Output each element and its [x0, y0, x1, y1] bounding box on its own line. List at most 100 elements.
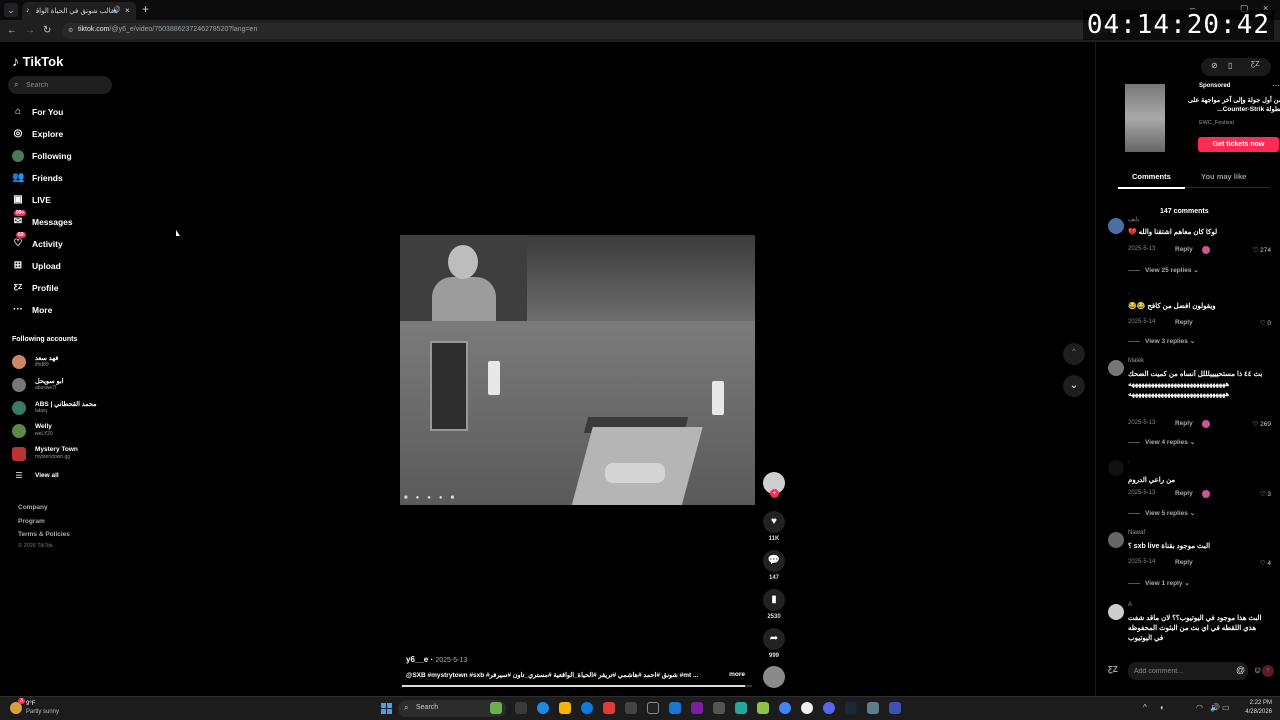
app-icon[interactable] — [669, 702, 681, 714]
tab-you-may-like[interactable]: You may like — [1201, 172, 1246, 181]
browser-icon[interactable] — [537, 702, 549, 714]
view-replies-link[interactable]: View 25 replies ⌄ — [1128, 266, 1199, 274]
speaker-icon[interactable]: 🔊 — [112, 6, 121, 14]
video-author[interactable]: y6__e · 2025-5-13 — [406, 655, 467, 664]
app-icon[interactable] — [889, 702, 901, 714]
taskbar-clock[interactable]: 2:22 PM 4/28/2026 — [1236, 699, 1272, 717]
nav-upload[interactable]: ⊞ Upload — [12, 258, 112, 274]
acrobat-icon[interactable] — [603, 702, 615, 714]
video-player[interactable]: ■●●●■ — [400, 235, 755, 505]
following-account[interactable]: Mystery Town mysterytown.gg — [12, 445, 112, 463]
comment-icon[interactable]: 💬 — [763, 550, 785, 572]
windows-start-icon[interactable] — [381, 703, 392, 714]
discord-icon[interactable] — [823, 702, 835, 714]
browser-tab[interactable]: ♪ مقالب شونق في الحياة الواقعية 🔊 × — [22, 2, 136, 20]
emoji-icon[interactable]: ☺ — [1253, 665, 1262, 675]
comment-like-count[interactable]: ♡ 269 — [1238, 420, 1272, 428]
more-options-icon[interactable]: ··· — [1272, 81, 1280, 90]
comment-like-count[interactable]: ♡ 274 — [1238, 246, 1272, 254]
reply-button[interactable]: Reply — [1175, 559, 1193, 566]
volume-icon[interactable]: 🔊 — [1210, 703, 1220, 712]
previous-video-button[interactable]: ⌃ — [1063, 343, 1085, 365]
new-tab-button[interactable]: + — [142, 2, 149, 16]
view-replies-link[interactable]: View 3 replies ⌄ — [1128, 337, 1195, 345]
following-account[interactable]: ABS | محمد القحطاني labsq — [12, 399, 112, 417]
app-icon[interactable] — [625, 702, 637, 714]
battery-icon[interactable]: ▭ — [1222, 703, 1230, 712]
footer-terms[interactable]: Terms & Policies — [18, 531, 70, 538]
nav-following[interactable]: Following — [12, 148, 112, 164]
task-view-icon[interactable] — [515, 702, 527, 714]
mention-icon[interactable]: @ — [1236, 665, 1245, 675]
following-account[interactable]: Welly weLY20 — [12, 422, 112, 440]
address-bar[interactable]: ⚙ tiktok.com/@y6_e/video/750388623724627… — [62, 23, 1108, 39]
video-controls[interactable]: ■●●●■ — [404, 495, 462, 501]
tiktok-logo[interactable]: ♪ TikTok — [12, 53, 63, 69]
app-icon[interactable] — [801, 702, 813, 714]
comment-input[interactable] — [1134, 665, 1212, 677]
comment-input-box[interactable]: @ ☺ — [1128, 662, 1262, 680]
share-icon[interactable]: ➦ — [763, 628, 785, 650]
device-icon[interactable]: ▯ — [1228, 61, 1232, 70]
forward-icon[interactable]: → — [25, 25, 35, 36]
avatar[interactable] — [1108, 360, 1124, 376]
comment-like-count[interactable]: ♡ 4 — [1238, 559, 1271, 567]
reply-button[interactable]: Reply — [1175, 246, 1193, 253]
profile-icon[interactable]: ƸZ — [1251, 61, 1260, 68]
video-progress-bar[interactable] — [402, 685, 752, 687]
terminal-icon[interactable] — [713, 702, 725, 714]
view-all-link[interactable]: ☰ View all — [12, 469, 112, 487]
avatar[interactable] — [1108, 460, 1124, 476]
comment-like-count[interactable]: ♡ 0 — [1238, 319, 1271, 327]
app-icon[interactable] — [735, 702, 747, 714]
nav-for-you[interactable]: ⌂ For You — [12, 104, 112, 120]
author-avatar[interactable]: + — [763, 472, 785, 498]
wifi-icon[interactable]: ◠ — [1196, 703, 1203, 712]
like-action[interactable]: ♥ 11K — [763, 511, 785, 542]
tray-chevron-icon[interactable]: ^ — [1143, 703, 1147, 712]
nav-activity[interactable]: ♡ 69 Activity — [12, 232, 112, 252]
nav-live[interactable]: ▣ LIVE — [12, 192, 112, 208]
view-replies-link[interactable]: View 1 reply ⌄ — [1128, 579, 1190, 587]
file-explorer-icon[interactable] — [559, 702, 571, 714]
site-info-icon[interactable]: ⚙ — [68, 27, 73, 34]
avatar[interactable] — [1108, 292, 1124, 308]
edge-icon[interactable] — [581, 702, 593, 714]
view-replies-link[interactable]: View 4 replies ⌄ — [1128, 438, 1195, 446]
following-account[interactable]: فهد سعد ifhd89 — [12, 353, 112, 371]
sponsored-ad[interactable]: Sponsored ··· من أول جولة وإلى آخر مواجه… — [1108, 81, 1280, 154]
reload-icon[interactable]: ↻ — [43, 25, 51, 36]
send-icon[interactable]: ↑ — [1262, 665, 1274, 677]
more-link[interactable]: more — [725, 671, 745, 678]
tray-app-icon[interactable]: ◐ — [1160, 703, 1165, 712]
comment-action[interactable]: 💬 147 — [763, 550, 785, 581]
chrome-icon[interactable] — [779, 702, 791, 714]
comment-like-count[interactable]: ♡ 3 — [1238, 490, 1271, 498]
nav-messages[interactable]: ✉ 99+ Messages — [12, 210, 112, 230]
sound-disc-icon[interactable] — [763, 666, 785, 688]
get-tickets-button[interactable]: Get tickets now — [1198, 137, 1279, 152]
steam-icon[interactable] — [845, 702, 857, 714]
tab-list-button[interactable]: ⌄ — [4, 3, 18, 17]
follow-plus-icon[interactable]: + — [770, 489, 779, 498]
nav-friends[interactable]: 👥 Friends — [12, 170, 112, 186]
footer-program[interactable]: Program — [18, 518, 45, 525]
back-icon[interactable]: ← — [7, 25, 17, 36]
app-icon[interactable] — [867, 702, 879, 714]
search-bar[interactable]: ⌕ — [8, 76, 112, 94]
reply-button[interactable]: Reply — [1175, 319, 1193, 326]
bookmark-icon[interactable]: ▮ — [763, 589, 785, 611]
app-icon[interactable] — [757, 702, 769, 714]
avatar[interactable] — [1108, 532, 1124, 548]
app-icon[interactable] — [691, 702, 703, 714]
next-video-button[interactable]: ⌄ — [1063, 375, 1085, 397]
nav-explore[interactable]: ◎ Explore — [12, 126, 112, 142]
close-tab-icon[interactable]: × — [125, 6, 130, 15]
app-icon[interactable] — [647, 702, 659, 714]
footer-company[interactable]: Company — [18, 504, 48, 511]
view-replies-link[interactable]: View 5 replies ⌄ — [1128, 509, 1195, 517]
reply-button[interactable]: Reply — [1175, 490, 1193, 497]
compass-icon[interactable]: ⊘ — [1211, 61, 1218, 70]
nav-more[interactable]: ··· More — [12, 302, 112, 318]
save-action[interactable]: ▮ 2530 — [763, 589, 785, 620]
